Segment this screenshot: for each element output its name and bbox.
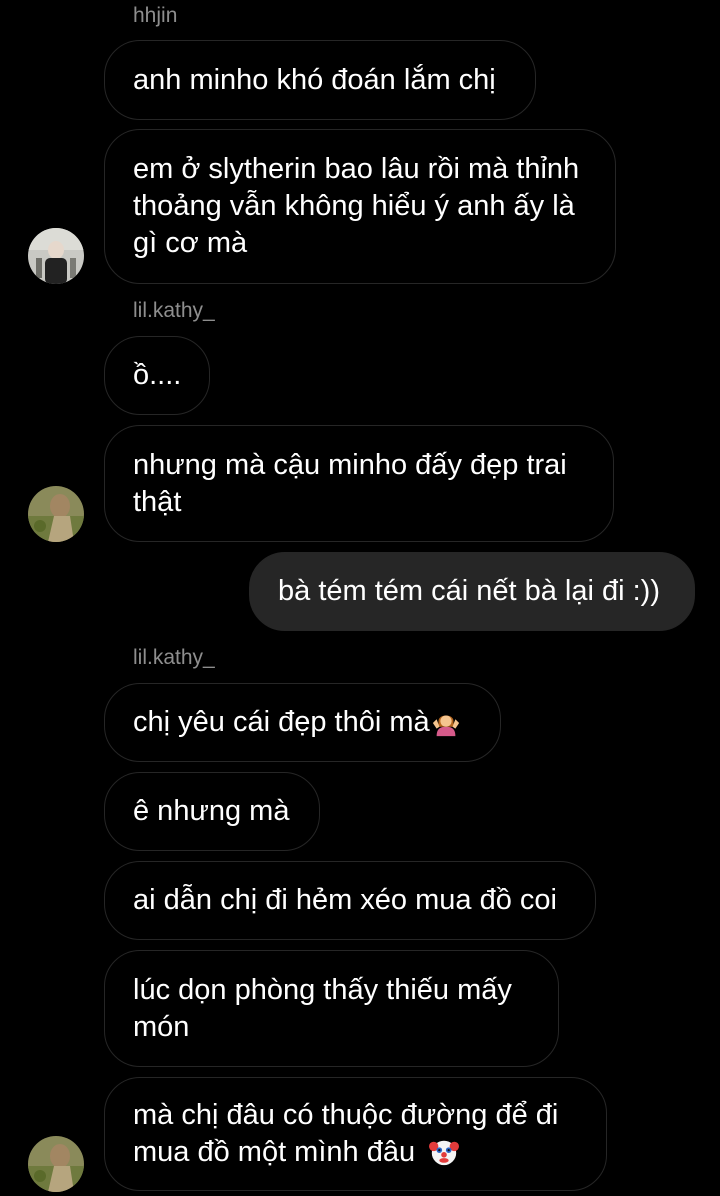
clown-face-emoji-icon (429, 1140, 459, 1166)
profile-photo-icon (28, 1136, 84, 1192)
message-text: ê nhưng mà (133, 795, 290, 827)
message-text: bà tém tém cái nết bà lại đi :)) (278, 575, 660, 607)
message-bubble-incoming[interactable]: chị yêu cái đẹp thôi mà (104, 683, 501, 762)
avatar-hhjin[interactable] (28, 228, 84, 284)
avatar-lil-kathy[interactable] (28, 486, 84, 542)
message-text: chị yêu cái đẹp thôi mà (133, 706, 430, 738)
message-bubble-incoming[interactable]: lúc dọn phòng thấy thiếu mấy món (104, 950, 559, 1067)
message-bubble-incoming[interactable]: ai dẫn chị đi hẻm xéo mua đồ coi (104, 861, 596, 940)
message-text: em ở slytherin bao lâu rồi mà thỉnh thoả… (133, 153, 580, 259)
message-bubble-incoming[interactable]: em ở slytherin bao lâu rồi mà thỉnh thoả… (104, 129, 616, 284)
message-bubble-incoming[interactable]: mà chị đâu có thuộc đường để đi mua đồ m… (104, 1077, 607, 1191)
sender-name: hhjin (133, 4, 178, 27)
avatar-lil-kathy[interactable] (28, 1136, 84, 1192)
message-bubble-outgoing[interactable]: bà tém tém cái nết bà lại đi :)) (249, 552, 695, 631)
woman-shrugging-emoji-icon (432, 715, 459, 736)
message-text: ai dẫn chị đi hẻm xéo mua đồ coi (133, 884, 557, 916)
message-text: mà chị đâu có thuộc đường để đi mua đồ m… (133, 1099, 559, 1168)
message-text: ồ.... (133, 359, 182, 391)
message-bubble-incoming[interactable]: ồ.... (104, 336, 210, 415)
message-text: anh minho khó đoán lắm chị (133, 63, 496, 96)
message-bubble-incoming[interactable]: anh minho khó đoán lắm chị (104, 40, 536, 120)
profile-photo-icon (28, 228, 84, 284)
message-bubble-incoming[interactable]: nhưng mà cậu minho đấy đẹp trai thật (104, 425, 614, 542)
message-text: lúc dọn phòng thấy thiếu mấy món (133, 973, 512, 1043)
sender-name: lil.kathy_ (133, 299, 215, 322)
sender-name: lil.kathy_ (133, 646, 215, 669)
message-bubble-incoming[interactable]: ê nhưng mà (104, 772, 320, 851)
profile-photo-icon (28, 486, 84, 542)
message-text: nhưng mà cậu minho đấy đẹp trai thật (133, 448, 567, 518)
